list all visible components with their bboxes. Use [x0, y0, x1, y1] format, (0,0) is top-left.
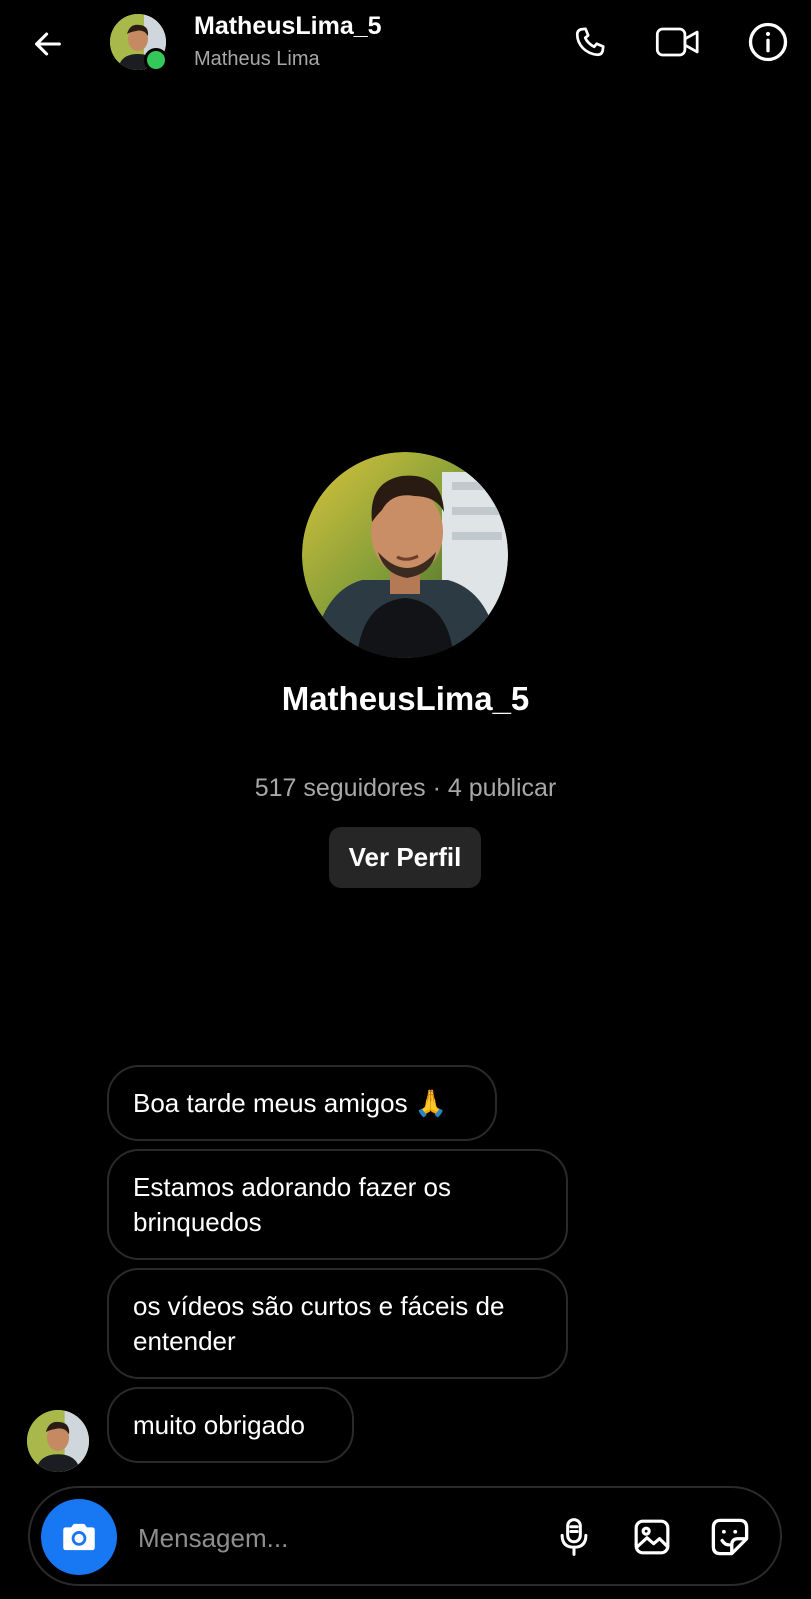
profile-username: MatheusLima_5 [281, 680, 530, 717]
message-text: Boa tarde meus amigos 🙏 [133, 1087, 448, 1118]
message-text: muito obrigado [133, 1409, 305, 1440]
header-avatar[interactable] [110, 14, 168, 72]
arrow-left-icon [35, 32, 61, 56]
sender-avatar[interactable] [27, 1410, 89, 1472]
profile-photo-image [302, 452, 508, 658]
video-call-button[interactable] [654, 18, 702, 66]
view-profile-button[interactable]: Ver Perfil [329, 827, 481, 888]
message-input[interactable] [136, 1505, 520, 1571]
message-bubble[interactable]: os vídeos são curtos e fáceis de entende… [107, 1268, 568, 1379]
phone-icon [575, 27, 605, 57]
message-text: Estamos adorando fazer os brinquedos [133, 1171, 451, 1237]
voice-call-button[interactable] [566, 18, 614, 66]
online-status-indicator [144, 48, 168, 72]
info-icon [748, 22, 788, 62]
video-camera-icon [655, 27, 699, 57]
message-bubble[interactable]: muito obrigado [107, 1387, 354, 1463]
sticker-icon [711, 1518, 749, 1556]
gallery-button[interactable] [625, 1510, 679, 1564]
profile-photo[interactable] [302, 452, 508, 658]
profile-stats: 517 seguidores · 4 publicar [254, 774, 557, 802]
back-button[interactable] [26, 22, 70, 66]
microphone-icon [560, 1518, 588, 1556]
sticker-button[interactable] [703, 1510, 757, 1564]
header-full-name: Matheus Lima [194, 48, 320, 70]
avatar-photo [27, 1410, 89, 1472]
message-bubble[interactable]: Boa tarde meus amigos 🙏 [107, 1065, 497, 1141]
message-bubble[interactable]: Estamos adorando fazer os brinquedos [107, 1149, 568, 1260]
camera-button[interactable] [41, 1499, 117, 1575]
message-text: os vídeos são curtos e fáceis de entende… [133, 1290, 505, 1356]
image-icon [634, 1519, 670, 1555]
header-username[interactable]: MatheusLima_5 [194, 12, 382, 41]
conversation-info-button[interactable] [744, 18, 792, 66]
camera-icon [63, 1523, 95, 1551]
voice-message-button[interactable] [547, 1510, 601, 1564]
